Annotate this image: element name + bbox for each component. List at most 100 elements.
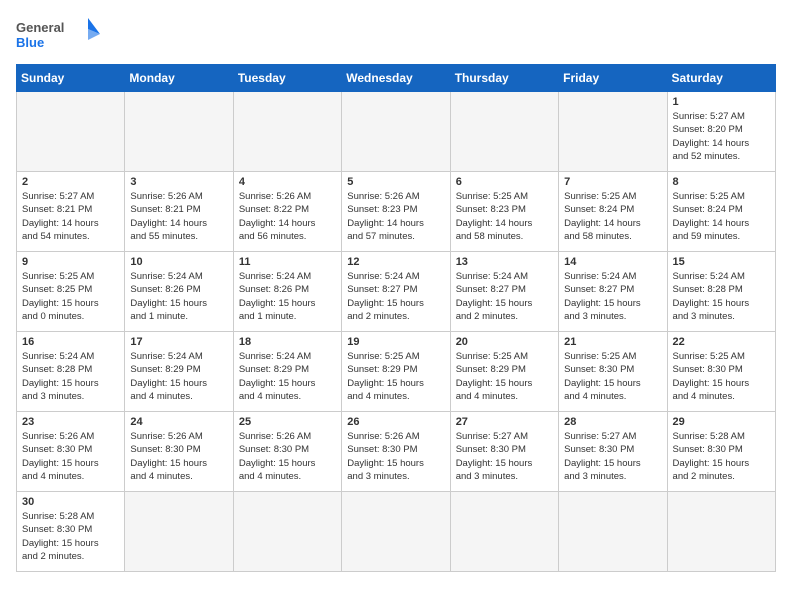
day-info: Sunrise: 5:25 AM Sunset: 8:29 PM Dayligh… [456, 350, 553, 403]
calendar-cell: 6Sunrise: 5:25 AM Sunset: 8:23 PM Daylig… [450, 172, 558, 252]
calendar-cell: 25 Sunrise: 5:26 AM Sunset: 8:30 PM Dayli… [233, 412, 341, 492]
day-number: 9 [22, 256, 119, 268]
calendar-cell: 7 Sunrise: 5:25 AM Sunset: 8:24 PM Daylig… [559, 172, 667, 252]
calendar-week-5: 23 Sunrise: 5:26 AM Sunset: 8:30 PM Dayli… [17, 412, 776, 492]
day-number: 28 [564, 416, 661, 428]
weekday-header-thursday: Thursday [450, 65, 558, 92]
day-info: Sunrise: 5:25 AM Sunset: 8:29 PM Dayligh… [347, 350, 444, 403]
day-info: Sunrise: 5:24 AM Sunset: 8:27 PM Dayligh… [564, 270, 661, 323]
calendar-cell: 17Sunrise: 5:24 AM Sunset: 8:29 PM Dayli… [125, 332, 233, 412]
calendar-cell: 11Sunrise: 5:24 AM Sunset: 8:26 PM Dayli… [233, 252, 341, 332]
calendar-cell: 22 Sunrise: 5:25 AM Sunset: 8:30 PM Dayli… [667, 332, 775, 412]
logo: General Blue [16, 16, 106, 52]
day-info: Sunrise: 5:24 AM Sunset: 8:27 PM Dayligh… [456, 270, 553, 323]
weekday-header-row: SundayMondayTuesdayWednesdayThursdayFrid… [17, 65, 776, 92]
day-number: 30 [22, 496, 119, 508]
day-info: Sunrise: 5:26 AM Sunset: 8:30 PM Dayligh… [22, 430, 119, 483]
calendar-cell: 24 Sunrise: 5:26 AM Sunset: 8:30 PM Dayli… [125, 412, 233, 492]
calendar-cell: 12 Sunrise: 5:24 AM Sunset: 8:27 PM Dayli… [342, 252, 450, 332]
day-number: 5 [347, 176, 444, 188]
calendar-cell [125, 92, 233, 172]
day-number: 12 [347, 256, 444, 268]
day-info: Sunrise: 5:26 AM Sunset: 8:22 PM Dayligh… [239, 190, 336, 243]
day-info: Sunrise: 5:28 AM Sunset: 8:30 PM Dayligh… [22, 510, 119, 563]
day-number: 16 [22, 336, 119, 348]
day-info: Sunrise: 5:24 AM Sunset: 8:26 PM Dayligh… [130, 270, 227, 323]
calendar-cell: 20 Sunrise: 5:25 AM Sunset: 8:29 PM Dayli… [450, 332, 558, 412]
day-number: 17 [130, 336, 227, 348]
day-info: Sunrise: 5:25 AM Sunset: 8:30 PM Dayligh… [564, 350, 661, 403]
calendar-cell: 2 Sunrise: 5:27 AM Sunset: 8:21 PM Daylig… [17, 172, 125, 252]
day-number: 22 [673, 336, 770, 348]
day-info: Sunrise: 5:25 AM Sunset: 8:25 PM Dayligh… [22, 270, 119, 323]
day-number: 2 [22, 176, 119, 188]
calendar-week-2: 2 Sunrise: 5:27 AM Sunset: 8:21 PM Daylig… [17, 172, 776, 252]
calendar-cell [233, 92, 341, 172]
day-info: Sunrise: 5:28 AM Sunset: 8:30 PM Dayligh… [673, 430, 770, 483]
calendar-cell [233, 492, 341, 572]
calendar-cell: 5Sunrise: 5:26 AM Sunset: 8:23 PM Daylig… [342, 172, 450, 252]
weekday-header-wednesday: Wednesday [342, 65, 450, 92]
calendar-header: SundayMondayTuesdayWednesdayThursdayFrid… [17, 65, 776, 92]
weekday-header-friday: Friday [559, 65, 667, 92]
svg-text:General: General [16, 20, 64, 35]
calendar-cell: 29 Sunrise: 5:28 AM Sunset: 8:30 PM Dayli… [667, 412, 775, 492]
calendar-cell: 3Sunrise: 5:26 AM Sunset: 8:21 PM Daylig… [125, 172, 233, 252]
calendar-cell [559, 92, 667, 172]
calendar-cell: 9 Sunrise: 5:25 AM Sunset: 8:25 PM Daylig… [17, 252, 125, 332]
day-number: 19 [347, 336, 444, 348]
calendar-cell: 8 Sunrise: 5:25 AM Sunset: 8:24 PM Daylig… [667, 172, 775, 252]
day-info: Sunrise: 5:26 AM Sunset: 8:30 PM Dayligh… [239, 430, 336, 483]
day-info: Sunrise: 5:27 AM Sunset: 8:30 PM Dayligh… [564, 430, 661, 483]
calendar-cell: 27Sunrise: 5:27 AM Sunset: 8:30 PM Dayli… [450, 412, 558, 492]
day-info: Sunrise: 5:25 AM Sunset: 8:24 PM Dayligh… [564, 190, 661, 243]
day-info: Sunrise: 5:26 AM Sunset: 8:30 PM Dayligh… [130, 430, 227, 483]
calendar-week-6: 30 Sunrise: 5:28 AM Sunset: 8:30 PM Dayli… [17, 492, 776, 572]
logo-svg: General Blue [16, 16, 106, 52]
calendar-cell: 4 Sunrise: 5:26 AM Sunset: 8:22 PM Daylig… [233, 172, 341, 252]
day-number: 20 [456, 336, 553, 348]
day-number: 23 [22, 416, 119, 428]
day-number: 29 [673, 416, 770, 428]
day-number: 26 [347, 416, 444, 428]
day-number: 4 [239, 176, 336, 188]
day-number: 14 [564, 256, 661, 268]
page-header: General Blue [16, 16, 776, 52]
day-number: 8 [673, 176, 770, 188]
calendar-cell: 16Sunrise: 5:24 AM Sunset: 8:28 PM Dayli… [17, 332, 125, 412]
day-info: Sunrise: 5:27 AM Sunset: 8:21 PM Dayligh… [22, 190, 119, 243]
weekday-header-tuesday: Tuesday [233, 65, 341, 92]
svg-text:Blue: Blue [16, 35, 44, 50]
calendar-cell: 13Sunrise: 5:24 AM Sunset: 8:27 PM Dayli… [450, 252, 558, 332]
calendar-cell [667, 492, 775, 572]
calendar-cell: 1 Sunrise: 5:27 AM Sunset: 8:20 PM Daylig… [667, 92, 775, 172]
calendar-week-1: 1 Sunrise: 5:27 AM Sunset: 8:20 PM Daylig… [17, 92, 776, 172]
day-number: 1 [673, 96, 770, 108]
day-number: 25 [239, 416, 336, 428]
day-number: 6 [456, 176, 553, 188]
day-info: Sunrise: 5:24 AM Sunset: 8:27 PM Dayligh… [347, 270, 444, 323]
day-number: 10 [130, 256, 227, 268]
calendar-cell [342, 92, 450, 172]
weekday-header-saturday: Saturday [667, 65, 775, 92]
calendar-cell [559, 492, 667, 572]
weekday-header-monday: Monday [125, 65, 233, 92]
calendar-cell: 28 Sunrise: 5:27 AM Sunset: 8:30 PM Dayli… [559, 412, 667, 492]
calendar-cell: 21 Sunrise: 5:25 AM Sunset: 8:30 PM Dayli… [559, 332, 667, 412]
day-info: Sunrise: 5:26 AM Sunset: 8:21 PM Dayligh… [130, 190, 227, 243]
day-info: Sunrise: 5:24 AM Sunset: 8:28 PM Dayligh… [673, 270, 770, 323]
day-number: 24 [130, 416, 227, 428]
day-info: Sunrise: 5:25 AM Sunset: 8:24 PM Dayligh… [673, 190, 770, 243]
calendar-week-3: 9 Sunrise: 5:25 AM Sunset: 8:25 PM Daylig… [17, 252, 776, 332]
day-info: Sunrise: 5:27 AM Sunset: 8:20 PM Dayligh… [673, 110, 770, 163]
day-info: Sunrise: 5:24 AM Sunset: 8:29 PM Dayligh… [239, 350, 336, 403]
day-info: Sunrise: 5:25 AM Sunset: 8:30 PM Dayligh… [673, 350, 770, 403]
day-info: Sunrise: 5:27 AM Sunset: 8:30 PM Dayligh… [456, 430, 553, 483]
day-number: 18 [239, 336, 336, 348]
day-number: 7 [564, 176, 661, 188]
day-info: Sunrise: 5:26 AM Sunset: 8:30 PM Dayligh… [347, 430, 444, 483]
calendar-cell: 10 Sunrise: 5:24 AM Sunset: 8:26 PM Dayli… [125, 252, 233, 332]
day-number: 11 [239, 256, 336, 268]
day-number: 21 [564, 336, 661, 348]
calendar-cell: 26 Sunrise: 5:26 AM Sunset: 8:30 PM Dayli… [342, 412, 450, 492]
